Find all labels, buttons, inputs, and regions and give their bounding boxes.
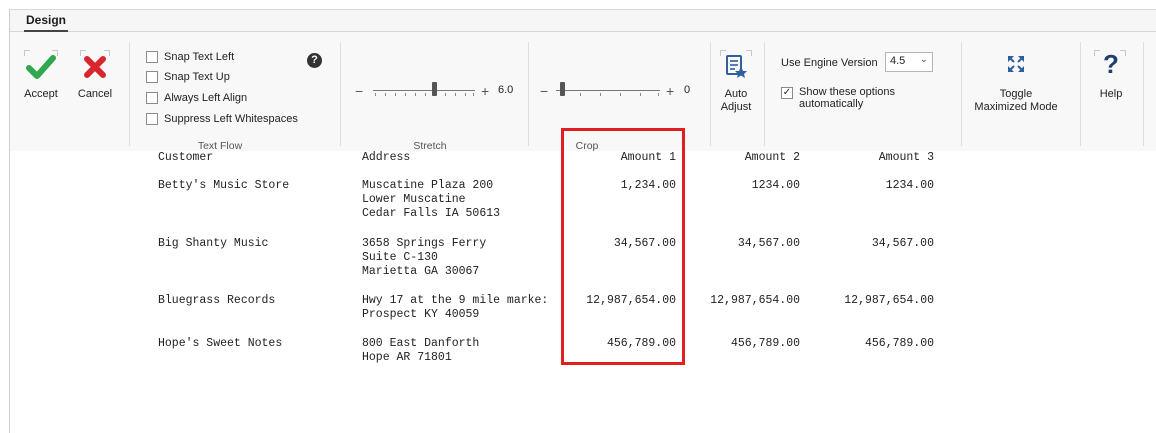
- crop-decrease[interactable]: −: [540, 83, 548, 99]
- header-amount-3: Amount 3: [878, 151, 934, 164]
- stretch-value: 6.0: [498, 84, 514, 96]
- checkbox-box-checked: ✓: [781, 87, 793, 99]
- suppress-left-whitespaces-label: Suppress Left Whitespaces: [164, 113, 298, 125]
- separator: [129, 42, 130, 146]
- amount-2-cell: 456,789.00: [730, 337, 800, 350]
- stretch-increase[interactable]: +: [481, 83, 489, 99]
- header-address: Address: [362, 151, 411, 164]
- help-label: Help: [1099, 88, 1123, 100]
- checkbox-box: [146, 92, 158, 104]
- auto-adjust-button[interactable]: Auto Adjust: [716, 46, 756, 130]
- address-line: 800 East Danforth: [362, 337, 480, 350]
- help-button[interactable]: ? Help: [1088, 46, 1134, 116]
- accept-button[interactable]: Accept: [16, 46, 66, 106]
- address-line: Suite C-130: [362, 251, 438, 264]
- separator: [961, 42, 962, 146]
- amount-2-cell: 1234.00: [751, 179, 800, 192]
- show-options-line1: Show these options: [799, 86, 896, 98]
- separator: [528, 42, 529, 146]
- amount-3-cell: 456,789.00: [864, 337, 934, 350]
- cancel-x-icon: [84, 56, 106, 78]
- crop-value: 0: [684, 84, 691, 96]
- snap-text-left-label: Snap Text Left: [164, 51, 235, 63]
- separator: [1143, 42, 1144, 146]
- text-flow-help-icon[interactable]: ?: [307, 53, 322, 68]
- customer-name: Bluegrass Records: [158, 294, 276, 307]
- address-line: Hope AR 71801: [362, 351, 452, 364]
- separator: [1080, 42, 1081, 146]
- customer-name: Big Shanty Music: [158, 237, 269, 250]
- question-mark-icon: ?: [1103, 49, 1119, 79]
- auto-adjust-label-1: Auto: [724, 88, 748, 100]
- separator: [764, 42, 765, 146]
- address-line: Hwy 17 at the 9 mile marke:: [362, 294, 549, 307]
- stretch-slider[interactable]: − + 6.0: [355, 81, 525, 101]
- customer-name: Hope's Sweet Notes: [158, 337, 283, 350]
- maximize-arrows-icon: [1008, 56, 1024, 72]
- toggle-label-2: Maximized Mode: [974, 101, 1058, 113]
- tab-underline: [24, 30, 68, 32]
- crop-slider[interactable]: − + 0: [540, 81, 700, 101]
- header-customer: Customer: [158, 151, 214, 164]
- header-amount-2: Amount 2: [744, 151, 800, 164]
- stretch-slider-thumb[interactable]: [432, 82, 437, 96]
- tab-design[interactable]: Design: [26, 13, 66, 27]
- checkbox-box: [146, 113, 158, 125]
- show-options-label: Show these options automatically: [799, 86, 895, 110]
- snap-text-up-checkbox[interactable]: Snap Text Up: [146, 71, 230, 83]
- toggle-maximized-button[interactable]: Toggle Maximized Mode: [966, 46, 1066, 130]
- checkbox-box: [146, 71, 158, 83]
- slider-track: [556, 90, 660, 91]
- checkmark-icon: [26, 55, 56, 79]
- address-line: Muscatine Plaza 200: [362, 179, 494, 192]
- crop-increase[interactable]: +: [666, 83, 674, 99]
- always-left-align-label: Always Left Align: [164, 92, 248, 104]
- crop-slider-thumb[interactable]: [560, 82, 565, 96]
- accept-label: Accept: [24, 88, 58, 100]
- address-line: Prospect KY 40059: [362, 308, 480, 321]
- address-line: Lower Muscatine: [362, 193, 466, 206]
- address-line: Cedar Falls IA 50613: [362, 207, 501, 220]
- slider-track: [373, 90, 475, 91]
- amount-3-cell: 1234.00: [885, 179, 934, 192]
- amount-3-cell: 12,987,654.00: [844, 294, 934, 307]
- checkbox-box: [146, 51, 158, 63]
- cancel-button[interactable]: Cancel: [72, 46, 118, 106]
- stretch-decrease[interactable]: −: [355, 83, 363, 99]
- amount-3-cell: 34,567.00: [871, 237, 934, 250]
- chevron-down-icon: ⌄: [919, 54, 928, 65]
- engine-version-value: 4.5: [890, 55, 906, 67]
- customer-name: Betty's Music Store: [158, 179, 290, 192]
- snap-text-up-label: Snap Text Up: [164, 71, 230, 83]
- auto-adjust-label-2: Adjust: [720, 101, 752, 113]
- separator: [340, 42, 341, 146]
- cancel-label: Cancel: [77, 88, 113, 100]
- engine-version-select[interactable]: 4.5 ⌄: [885, 52, 933, 72]
- crop-highlight-box: [561, 128, 685, 365]
- show-options-line2: automatically: [799, 98, 864, 110]
- amount-2-cell: 12,987,654.00: [710, 294, 800, 307]
- toggle-label-1: Toggle: [999, 88, 1033, 100]
- engine-version-label: Use Engine Version: [781, 57, 878, 69]
- suppress-left-whitespaces-checkbox[interactable]: Suppress Left Whitespaces: [146, 113, 298, 125]
- separator: [710, 42, 711, 146]
- amount-2-cell: 34,567.00: [737, 237, 800, 250]
- address-line: Marietta GA 30067: [362, 265, 480, 278]
- always-left-align-checkbox[interactable]: Always Left Align: [146, 92, 247, 104]
- auto-adjust-icon: [726, 55, 747, 78]
- address-line: 3658 Springs Ferry: [362, 237, 487, 250]
- snap-text-left-checkbox[interactable]: Snap Text Left: [146, 51, 234, 63]
- tab-strip: Design: [10, 10, 1156, 32]
- show-options-checkbox[interactable]: ✓ Show these options automatically: [781, 86, 895, 110]
